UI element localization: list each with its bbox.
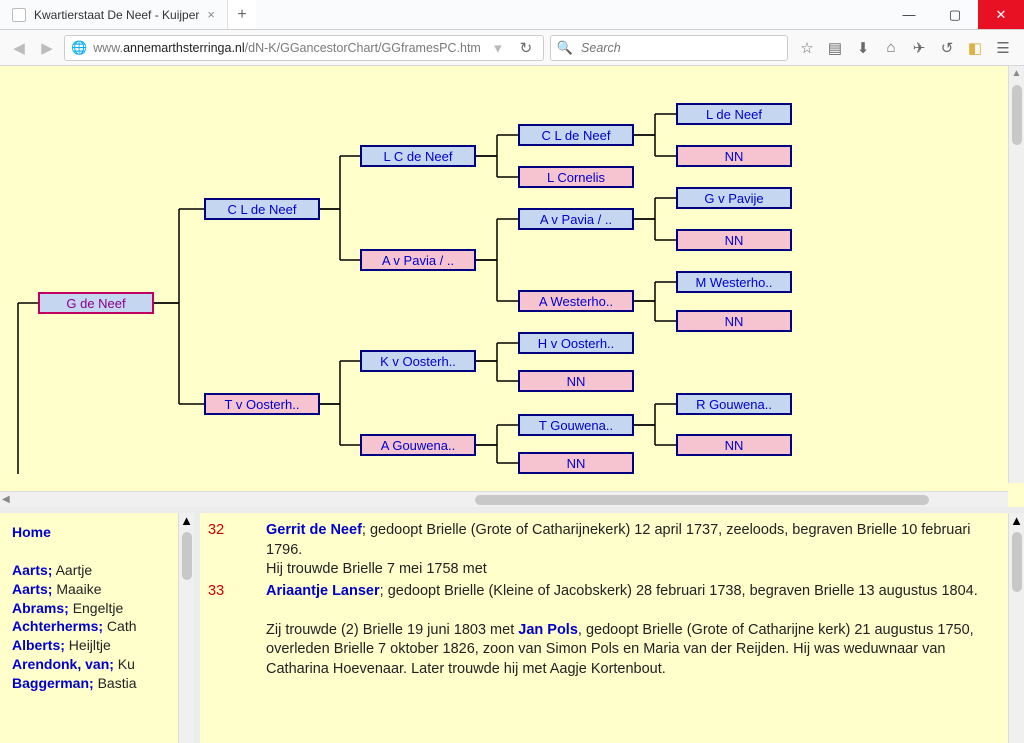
index-entry[interactable]: Abrams; Engeltje: [12, 599, 174, 618]
detail-entry: 33Ariaantje Lanser; gedoopt Brielle (Kle…: [208, 582, 1004, 680]
scroll-up-icon[interactable]: ▲: [1010, 66, 1024, 81]
ancestor-node[interactable]: G de Neef: [38, 292, 154, 314]
ancestor-node[interactable]: R Gouwena..: [676, 393, 792, 415]
minimize-button[interactable]: —: [886, 0, 932, 29]
detail-entry: 32Gerrit de Neef; gedoopt Brielle (Grote…: [208, 521, 1004, 580]
chart-vertical-scrollbar-thumb[interactable]: [1012, 85, 1022, 145]
ancestor-node[interactable]: A Gouwena..: [360, 434, 476, 456]
url-text: www.annemarthsterringa.nl/dN-K/GGancesto…: [93, 41, 481, 55]
chart-vertical-scrollbar[interactable]: ▲: [1008, 66, 1024, 483]
chart-horizontal-scrollbar-thumb[interactable]: [475, 495, 929, 505]
ancestor-node[interactable]: NN: [676, 229, 792, 251]
index-entry[interactable]: Baggerman; Bastia: [12, 674, 174, 693]
index-scrollbar-thumb[interactable]: [182, 532, 192, 580]
person-name-link[interactable]: Jan Pols: [518, 622, 578, 638]
close-tab-icon[interactable]: ×: [207, 7, 215, 22]
reload-button[interactable]: ↻: [515, 37, 537, 59]
pocket-icon[interactable]: ◧: [962, 35, 988, 61]
index-entry[interactable]: Aarts; Aartje: [12, 561, 174, 580]
index-entry[interactable]: Alberts; Heijltje: [12, 636, 174, 655]
sync-icon[interactable]: ↺: [934, 35, 960, 61]
home-icon[interactable]: ⌂: [878, 35, 904, 61]
ancestor-node[interactable]: L de Neef: [676, 103, 792, 125]
forward-button[interactable]: ▶: [36, 37, 58, 59]
identity-icon[interactable]: 🌐: [71, 40, 87, 56]
scroll-up-icon[interactable]: ▲: [180, 513, 193, 528]
index-home-link[interactable]: Home: [12, 524, 51, 540]
ancestor-node[interactable]: NN: [518, 370, 634, 392]
scroll-left-icon[interactable]: ◀: [0, 492, 12, 507]
ancestor-node[interactable]: K v Oosterh..: [360, 350, 476, 372]
search-input[interactable]: [579, 40, 781, 56]
search-icon: 🔍: [557, 40, 573, 56]
ancestor-node[interactable]: H v Oosterh..: [518, 332, 634, 354]
back-button[interactable]: ◀: [8, 37, 30, 59]
ancestor-node[interactable]: C L de Neef: [204, 198, 320, 220]
window-titlebar: Kwartierstaat De Neef - Kuijper × + — ▢ …: [0, 0, 1024, 30]
close-window-button[interactable]: ✕: [978, 0, 1024, 29]
person-name-link[interactable]: Gerrit de Neef: [266, 522, 362, 538]
tab-favicon: [12, 8, 26, 22]
maximize-button[interactable]: ▢: [932, 0, 978, 29]
index-frame: Home Aarts; AartjeAarts; MaaikeAbrams; En…: [0, 513, 200, 743]
ancestor-node[interactable]: A v Pavia / ..: [360, 249, 476, 271]
window-controls: — ▢ ✕: [886, 0, 1024, 29]
ancestor-node[interactable]: NN: [518, 452, 634, 474]
detail-frame: 32Gerrit de Neef; gedoopt Brielle (Grote…: [200, 513, 1024, 743]
index-entry[interactable]: Aarts; Maaike: [12, 580, 174, 599]
address-bar[interactable]: 🌐 www.annemarthsterringa.nl/dN-K/GGances…: [64, 35, 544, 61]
index-scrollbar[interactable]: ▲: [178, 513, 194, 743]
index-entry[interactable]: Achterherms; Cath: [12, 617, 174, 636]
search-bar[interactable]: 🔍: [550, 35, 788, 61]
send-icon[interactable]: ✈: [906, 35, 932, 61]
ancestor-node[interactable]: NN: [676, 434, 792, 456]
ancestor-node[interactable]: M Westerho..: [676, 271, 792, 293]
ancestor-node[interactable]: A v Pavia / ..: [518, 208, 634, 230]
ancestor-chart-frame: G de Neef C L de Neef T v Oosterh.. L C de …: [0, 66, 1024, 513]
reader-mode-icon[interactable]: ▾: [487, 37, 509, 59]
scroll-up-icon[interactable]: ▲: [1010, 513, 1023, 528]
tab-title: Kwartierstaat De Neef - Kuijper: [34, 8, 199, 22]
new-tab-button[interactable]: +: [228, 0, 256, 29]
browser-tab[interactable]: Kwartierstaat De Neef - Kuijper ×: [0, 0, 228, 29]
ancestor-node[interactable]: L C de Neef: [360, 145, 476, 167]
ancestor-node[interactable]: C L de Neef: [518, 124, 634, 146]
ancestor-node[interactable]: T v Oosterh..: [204, 393, 320, 415]
bookmark-star-icon[interactable]: ☆: [794, 35, 820, 61]
kekule-number: 32: [208, 521, 248, 580]
menu-icon[interactable]: ☰: [990, 35, 1016, 61]
index-entry[interactable]: Arendonk, van; Ku: [12, 655, 174, 674]
person-name-link[interactable]: Ariaantje Lanser: [266, 583, 380, 599]
detail-scrollbar-thumb[interactable]: [1012, 532, 1022, 592]
ancestor-node[interactable]: NN: [676, 145, 792, 167]
detail-scrollbar[interactable]: ▲: [1008, 513, 1024, 743]
ancestor-node[interactable]: G v Pavije: [676, 187, 792, 209]
kekule-number: 33: [208, 582, 248, 680]
downloads-icon[interactable]: ⬇: [850, 35, 876, 61]
chart-horizontal-scrollbar[interactable]: ◀: [0, 491, 1008, 507]
ancestor-node[interactable]: A Westerho..: [518, 290, 634, 312]
ancestor-node[interactable]: L Cornelis: [518, 166, 634, 188]
ancestor-node[interactable]: T Gouwena..: [518, 414, 634, 436]
ancestor-node[interactable]: NN: [676, 310, 792, 332]
library-icon[interactable]: ▤: [822, 35, 848, 61]
browser-navbar: ◀ ▶ 🌐 www.annemarthsterringa.nl/dN-K/GGa…: [0, 30, 1024, 66]
